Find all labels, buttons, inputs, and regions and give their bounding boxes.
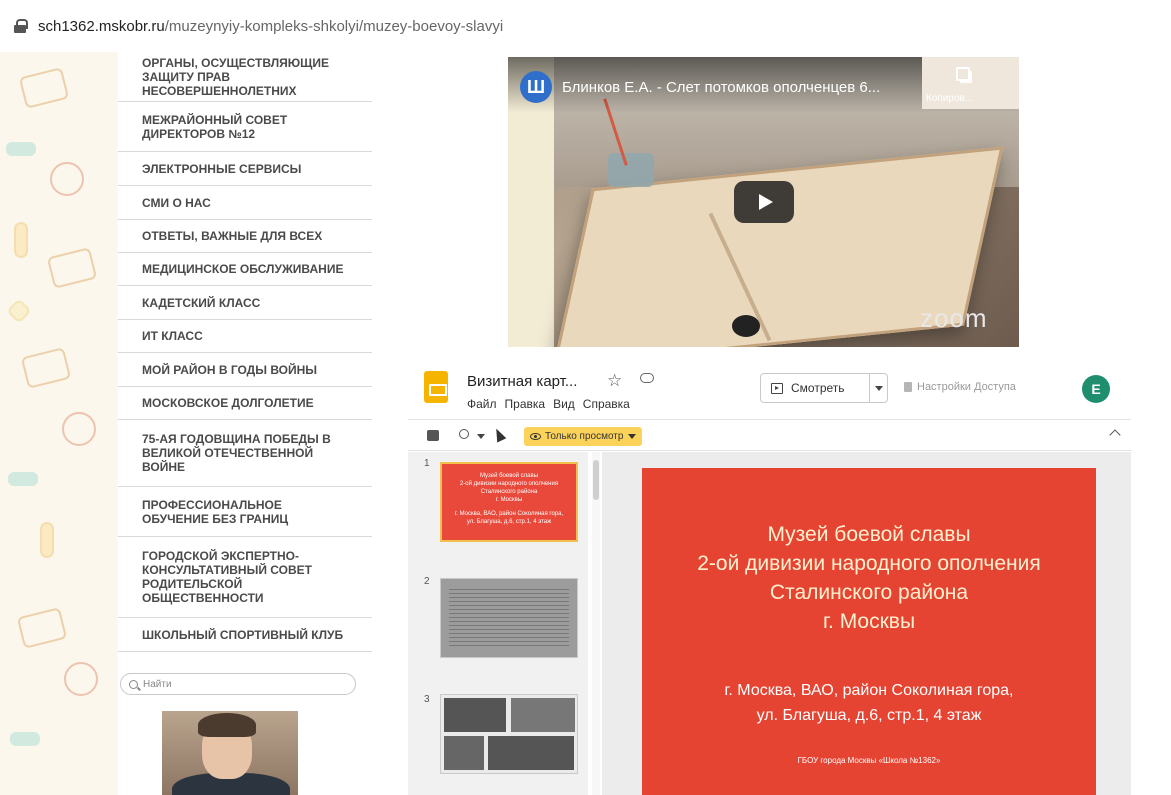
lamp-doodle-icon bbox=[14, 222, 28, 258]
slides-toolbar: Только просмотр bbox=[408, 419, 1131, 451]
chevron-down-icon[interactable] bbox=[477, 434, 485, 439]
star-icon[interactable]: ☆ bbox=[607, 371, 622, 391]
chevron-up-icon[interactable] bbox=[1109, 429, 1121, 441]
search-placeholder: Найти bbox=[143, 678, 172, 690]
slides-logo-icon[interactable] bbox=[424, 371, 448, 403]
access-settings-button[interactable]: Настройки Доступа bbox=[904, 381, 1016, 393]
menu-help[interactable]: Справка bbox=[583, 397, 630, 411]
sidebar-item-media[interactable]: СМИ О НАС bbox=[118, 186, 372, 220]
thumb-number: 3 bbox=[424, 694, 430, 705]
filmstrip-scrollbar[interactable] bbox=[592, 452, 600, 795]
slide-thumbnail-1[interactable]: Музей боевой славы 2-ой дивизии народног… bbox=[440, 462, 578, 542]
sidebar-item-professional[interactable]: ПРОФЕССИОНАЛЬНОЕ ОБУЧЕНИЕ БЕЗ ГРАНИЦ bbox=[118, 487, 372, 537]
portrait-photo bbox=[162, 711, 298, 795]
video-player[interactable]: Ш Блинков Е.А. - Слет потомков ополченце… bbox=[508, 57, 1019, 347]
lamp-doodle-icon bbox=[40, 522, 54, 558]
sidebar-item-e-services[interactable]: ЭЛЕКТРОННЫЕ СЕРВИСЫ bbox=[118, 152, 372, 186]
print-icon[interactable] bbox=[427, 430, 439, 441]
zoom-icon[interactable] bbox=[459, 429, 469, 439]
copy-icon[interactable] bbox=[956, 67, 970, 81]
video-title[interactable]: Блинков Е.А. - Слет потомков ополченцев … bbox=[562, 79, 880, 96]
play-button[interactable] bbox=[734, 181, 794, 223]
sidebar-item-cadet[interactable]: КАДЕТСКИЙ КЛАСС bbox=[118, 286, 372, 320]
access-label: Настройки Доступа bbox=[917, 381, 1016, 393]
address-bar[interactable]: sch1362.mskobr.ru/muzeynyiy-kompleks-shk… bbox=[0, 0, 1171, 52]
slide-school: ГБОУ города Москвы «Школа №1362» bbox=[797, 756, 941, 765]
book-doodle-icon bbox=[16, 607, 68, 649]
sidebar-item-longevity[interactable]: МОСКОВСКОЕ ДОЛГОЛЕТИЕ bbox=[118, 387, 372, 420]
cap-doodle-icon bbox=[10, 732, 40, 746]
menu-edit[interactable]: Правка bbox=[505, 397, 546, 411]
current-slide[interactable]: Музей боевой славы 2-ой дивизии народног… bbox=[642, 468, 1096, 795]
sidebar-item-answers[interactable]: ОТВЕТЫ, ВАЖНЫЕ ДЛЯ ВСЕХ bbox=[118, 220, 372, 253]
decorative-pattern bbox=[0, 52, 118, 795]
user-avatar[interactable]: E bbox=[1082, 375, 1110, 403]
slides-header: Визитная карт... ☆ Файл Правка Вид Справ… bbox=[408, 357, 1131, 419]
present-label: Смотреть bbox=[791, 381, 845, 395]
sidebar-menu: ОРГАНЫ, ОСУЩЕСТВЛЯЮЩИЕ ЗАЩИТУ ПРАВ НЕСОВ… bbox=[118, 52, 372, 652]
star-doodle-icon bbox=[6, 298, 32, 324]
present-icon bbox=[771, 382, 783, 394]
eye-icon bbox=[530, 433, 541, 440]
palette-doodle-icon bbox=[64, 662, 98, 696]
palette-doodle-icon bbox=[50, 162, 84, 196]
book-doodle-icon bbox=[18, 67, 70, 109]
menu-file[interactable]: Файл bbox=[467, 397, 497, 411]
sidebar-item-sports-club[interactable]: ШКОЛЬНЫЙ СПОРТИВНЫЙ КЛУБ bbox=[118, 618, 372, 652]
chevron-down-icon bbox=[628, 434, 637, 439]
scrollbar-thumb[interactable] bbox=[593, 460, 599, 500]
channel-avatar[interactable]: Ш bbox=[520, 71, 552, 103]
slide-address: г. Москва, ВАО, район Соколиная гора, ул… bbox=[724, 682, 1014, 724]
slides-embed: Визитная карт... ☆ Файл Правка Вид Справ… bbox=[408, 357, 1171, 795]
sidebar-item-juvenile-rights[interactable]: ОРГАНЫ, ОСУЩЕСТВЛЯЮЩИЕ ЗАЩИТУ ПРАВ НЕСОВ… bbox=[118, 52, 372, 102]
sidebar-item-parents-council[interactable]: ГОРОДСКОЙ ЭКСПЕРТНО-КОНСУЛЬТАТИВНЫЙ СОВЕ… bbox=[118, 537, 372, 618]
zoom-watermark: zoom bbox=[920, 303, 988, 333]
cap-doodle-icon bbox=[8, 472, 38, 486]
menu-view[interactable]: Вид bbox=[553, 397, 575, 411]
slide-thumbnail-2[interactable] bbox=[440, 578, 578, 658]
thumb-number: 2 bbox=[424, 576, 430, 587]
doc-title[interactable]: Визитная карт... bbox=[467, 373, 577, 390]
lock-icon bbox=[14, 19, 28, 33]
view-only-label: Только просмотр bbox=[545, 431, 624, 442]
slide-filmstrip: 1 Музей боевой славы 2-ой дивизии народн… bbox=[408, 452, 588, 795]
sidebar-item-victory-75[interactable]: 75-АЯ ГОДОВЩИНА ПОБЕДЫ В ВЕЛИКОЙ ОТЕЧЕСТ… bbox=[118, 420, 372, 487]
lock-icon bbox=[904, 382, 912, 392]
url-path: /muzeynyiy-kompleks-shkolyi/muzey-boevoy… bbox=[164, 17, 504, 35]
slide-thumbnail-3[interactable] bbox=[440, 694, 578, 774]
cloud-icon bbox=[640, 373, 654, 383]
search-icon bbox=[129, 679, 138, 689]
chevron-down-icon bbox=[874, 385, 883, 391]
book-doodle-icon bbox=[20, 347, 72, 389]
present-button[interactable]: Смотреть bbox=[760, 373, 888, 403]
slide-title: Музей боевой славы 2-ой дивизии народног… bbox=[697, 523, 1041, 633]
book-doodle-icon bbox=[46, 247, 98, 289]
sidebar-item-medical[interactable]: МЕДИЦИНСКОЕ ОБСЛУЖИВАНИЕ bbox=[118, 253, 372, 286]
present-dropdown[interactable] bbox=[869, 374, 887, 402]
sidebar-item-directors-council[interactable]: МЕЖРАЙОННЫЙ СОВЕТ ДИРЕКТОРОВ №12 bbox=[118, 102, 372, 152]
copy-label: Копиров... bbox=[926, 93, 974, 104]
cursor-icon[interactable] bbox=[491, 426, 507, 443]
cap-doodle-icon bbox=[6, 142, 36, 156]
search-input[interactable]: Найти bbox=[120, 673, 356, 695]
thumb-number: 1 bbox=[424, 458, 430, 469]
sidebar-item-it-class[interactable]: ИТ КЛАСС bbox=[118, 320, 372, 353]
url-host: sch1362.mskobr.ru bbox=[38, 17, 165, 35]
menu-bar: Файл Правка Вид Справка bbox=[467, 397, 630, 411]
palette-doodle-icon bbox=[62, 412, 96, 446]
sidebar-item-district-war[interactable]: МОЙ РАЙОН В ГОДЫ ВОЙНЫ bbox=[118, 353, 372, 387]
slide-canvas: Музей боевой славы 2-ой дивизии народног… bbox=[602, 452, 1131, 795]
view-only-badge[interactable]: Только просмотр bbox=[524, 427, 643, 446]
